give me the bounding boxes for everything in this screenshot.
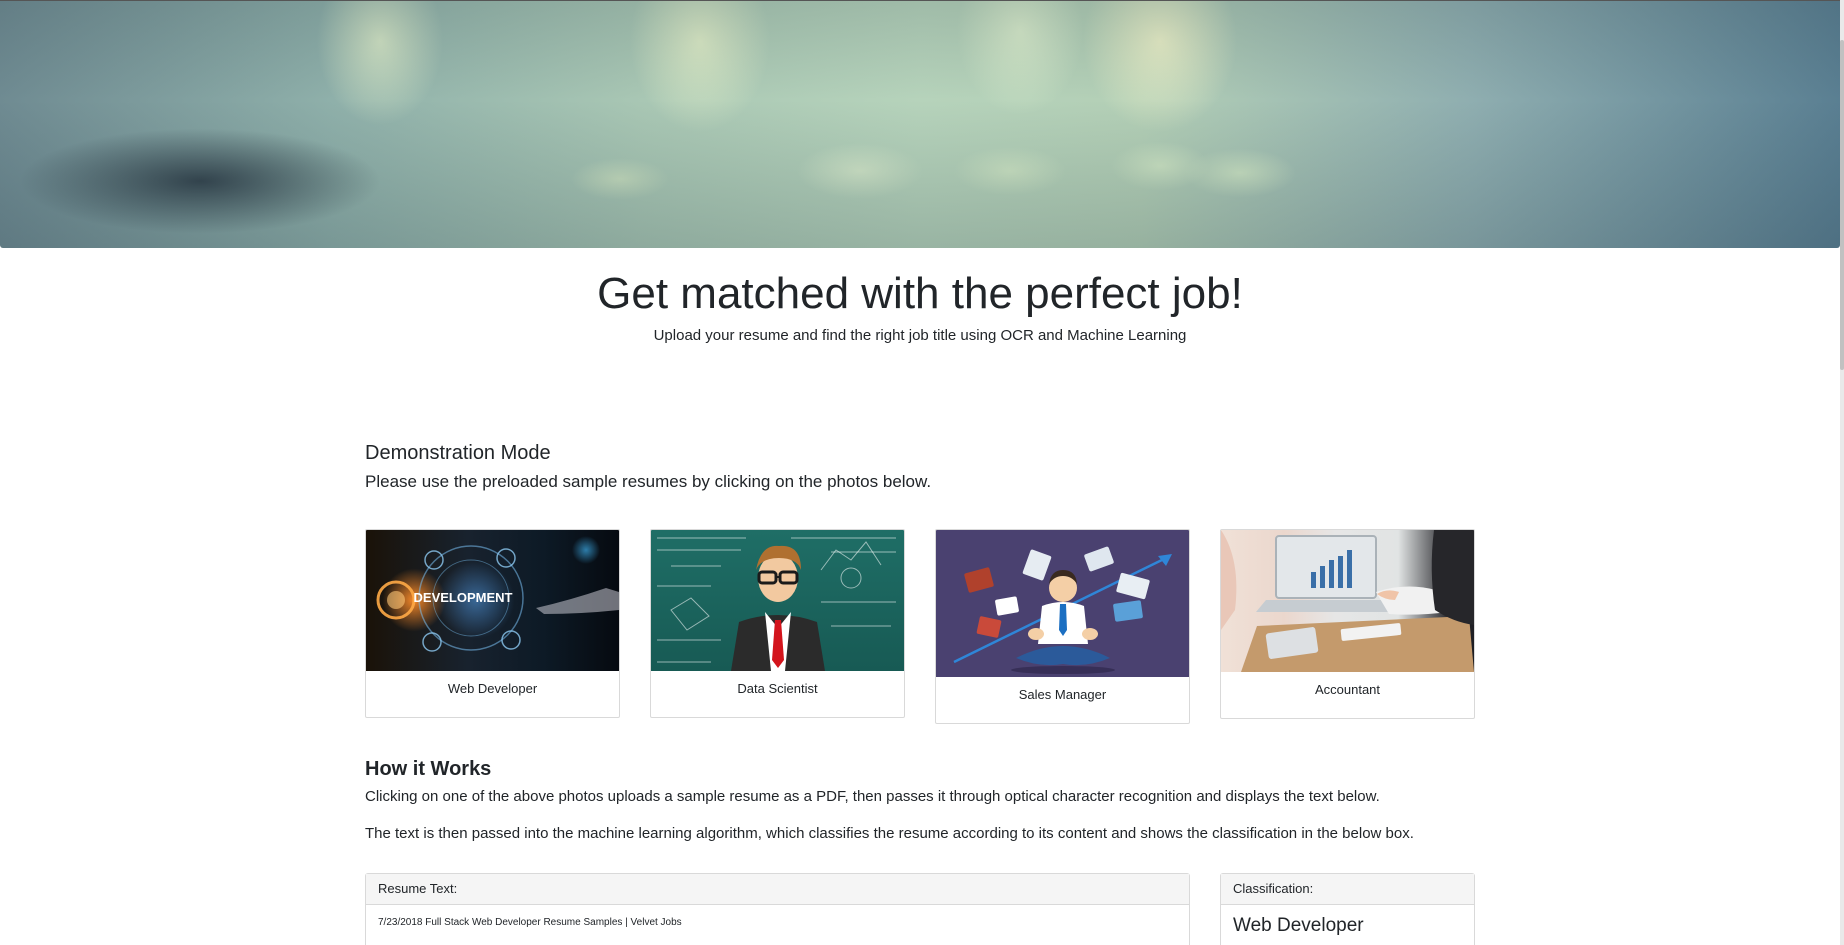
data-scientist-image[interactable] xyxy=(651,530,904,671)
how-it-works-paragraph-2: The text is then passed into the machine… xyxy=(365,825,1414,842)
classification-header: Classification: xyxy=(1221,874,1474,905)
web-development-label: DEVELOPMENT xyxy=(414,590,513,605)
page: Get matched with the perfect job! Upload… xyxy=(0,0,1844,945)
resume-text-content: 7/23/2018 Full Stack Web Developer Resum… xyxy=(378,917,682,928)
sample-card-web-developer[interactable]: DEVELOPMENT Web Developer xyxy=(365,529,620,718)
web-development-image[interactable]: DEVELOPMENT xyxy=(366,530,619,671)
resume-text-panel: Resume Text: 7/23/2018 Full Stack Web De… xyxy=(365,873,1190,945)
sales-manager-image[interactable] xyxy=(936,530,1189,677)
classification-panel: Classification: Web Developer xyxy=(1220,873,1475,945)
card-label-web-developer: Web Developer xyxy=(447,681,538,696)
card-label-data-scientist: Data Scientist xyxy=(737,681,818,696)
demo-mode-title: Demonstration Mode xyxy=(365,442,551,464)
sample-card-sales-manager[interactable]: Sales Manager xyxy=(935,529,1190,724)
sales-manager-graphic xyxy=(953,546,1172,674)
web-development-graphic: DEVELOPMENT xyxy=(376,545,619,652)
card-label-accountant: Accountant xyxy=(1314,682,1381,697)
how-it-works-paragraph-1: Clicking on one of the above photos uplo… xyxy=(365,788,1380,805)
classification-result: Web Developer xyxy=(1233,915,1364,936)
main-container: Demonstration Mode Please use the preloa… xyxy=(365,0,1475,945)
accountant-graphic xyxy=(1221,530,1474,672)
sample-card-data-scientist[interactable]: Data Scientist xyxy=(650,529,905,718)
how-it-works-title: How it Works xyxy=(365,758,492,780)
accountant-image[interactable] xyxy=(1221,530,1474,672)
data-scientist-graphic xyxy=(657,537,896,671)
sample-card-accountant[interactable]: Accountant xyxy=(1220,529,1475,719)
scrollbar-thumb[interactable] xyxy=(1840,40,1844,370)
resume-text-header: Resume Text: xyxy=(366,874,1189,905)
card-label-sales-manager: Sales Manager xyxy=(1018,687,1107,702)
demo-mode-description: Please use the preloaded sample resumes … xyxy=(365,472,932,491)
page-scrollbar[interactable] xyxy=(1840,0,1844,945)
